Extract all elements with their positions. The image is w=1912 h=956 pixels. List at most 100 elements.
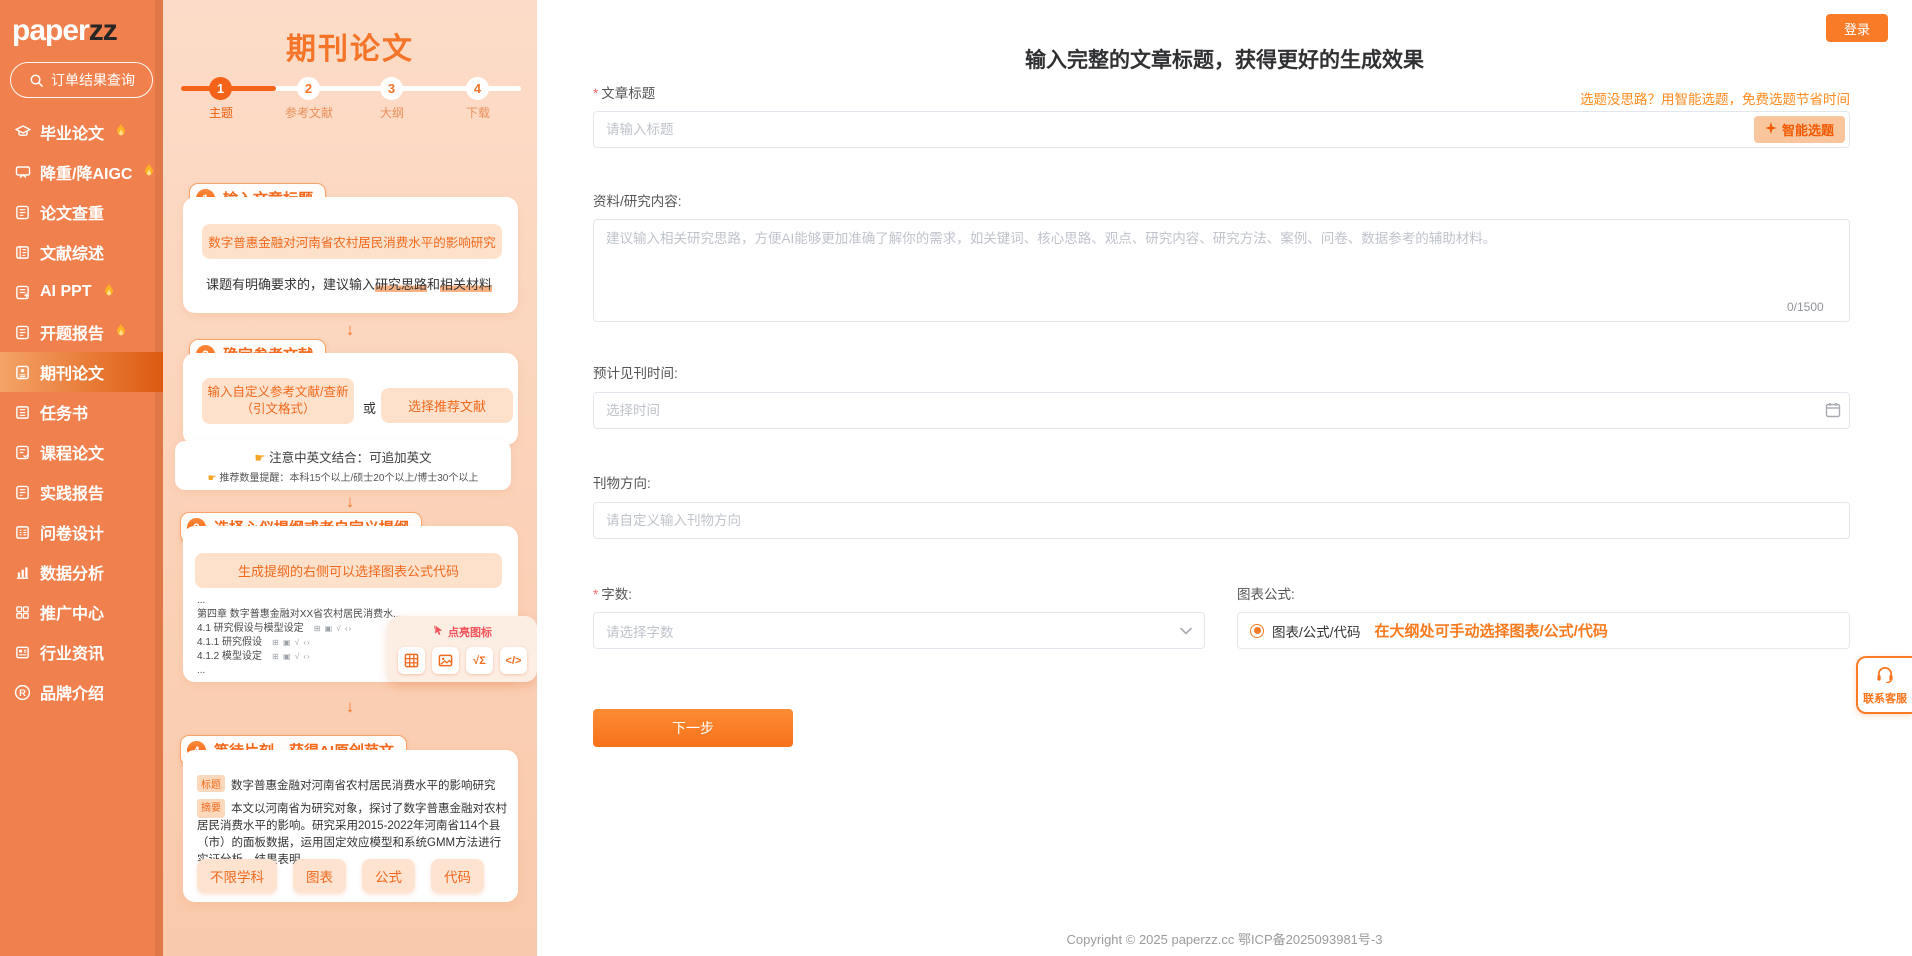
main-content: 登录 输入完整的文章标题，获得更好的生成效果 文章标题 选题没思路？用智能选题，… <box>537 0 1912 956</box>
chart-radio-note: 在大纲处可手动选择图表/公式/代码 <box>1375 620 1608 641</box>
feature-chip-row: 不限学科 图表 公式 代码 <box>197 859 484 893</box>
title-tag: 标题 <box>197 775 225 792</box>
journal-icon <box>14 364 31 381</box>
words-select[interactable]: 请选择字数 <box>593 612 1205 649</box>
step2-custom-ref-chip[interactable]: 输入自定义参考文献/查新（引文格式） <box>202 378 354 424</box>
note-quantity: 推荐数量提醒：本科15个以上/硕士20个以上/博士30个以上 <box>219 473 478 484</box>
direction-input[interactable] <box>593 502 1850 539</box>
sidebar-item-proposal-report[interactable]: 开题报告 <box>0 312 163 352</box>
formula-icon[interactable]: √Σ <box>466 647 493 674</box>
copyright-footer: Copyright © 2025 paperzz.cc 鄂ICP备2025093… <box>537 929 1912 948</box>
sidebar-item-practice-report[interactable]: 实践报告 <box>0 472 163 512</box>
code-icon[interactable]: </> <box>500 647 527 674</box>
next-step-button[interactable]: 下一步 <box>593 709 793 747</box>
row-media-icons[interactable]: ⊞ ▣ √ ‹› <box>272 636 311 650</box>
step2-recommend-ref-chip[interactable]: 选择推荐文献 <box>381 388 513 423</box>
pointing-hand-icon: ☛ <box>208 473 217 484</box>
material-textarea[interactable] <box>593 219 1850 322</box>
app-root: paperzz 订单结果查询 毕业论文 降重/降AIGC 论文查重 文献综 <box>0 0 1912 956</box>
flame-icon <box>115 123 127 142</box>
step-label-outline: 大纲 <box>380 104 404 121</box>
step-number: 4 <box>474 81 481 96</box>
sidebar-item-questionnaire-design[interactable]: 问卷设计 <box>0 512 163 552</box>
chip-code: 代码 <box>431 859 484 893</box>
proposal-icon <box>14 324 31 341</box>
sidebar-item-reduce-aigc[interactable]: 降重/降AIGC <box>0 152 163 192</box>
sidebar-item-label: 数据分析 <box>40 560 104 584</box>
login-button[interactable]: 登录 <box>1826 14 1888 42</box>
sidebar-item-label: AI PPT <box>40 283 92 301</box>
logo-zz: zz <box>89 14 117 47</box>
step-number: 1 <box>217 81 224 96</box>
ppt-icon <box>14 284 31 301</box>
material-field-label: 资料/研究内容: <box>593 190 682 210</box>
sidebar-item-label: 期刊论文 <box>40 360 104 384</box>
graduation-cap-icon <box>14 124 31 141</box>
grid-icon <box>14 604 31 621</box>
questionnaire-icon <box>14 524 31 541</box>
step-circle-3[interactable]: 3 <box>380 77 403 100</box>
date-field-label: 预计见刊时间: <box>593 362 678 382</box>
brand-logo[interactable]: paperzz <box>0 0 163 48</box>
step-number: 3 <box>388 81 395 96</box>
smart-topic-link[interactable]: 选题没思路？用智能选题，免费选题节省时间 <box>1580 88 1850 108</box>
bubble-label-text: 点亮图标 <box>448 624 492 640</box>
row-media-icons[interactable]: ⊞ ▣ √ ‹› <box>314 622 353 636</box>
smart-topic-button[interactable]: 智能选题 <box>1754 116 1845 143</box>
news-icon <box>14 644 31 661</box>
sidebar-item-label: 任务书 <box>40 400 88 424</box>
sidebar-item-label: 推广中心 <box>40 600 104 624</box>
arrow-down-icon: ↓ <box>163 320 537 340</box>
step-circle-1[interactable]: 1 <box>209 77 232 100</box>
sparkle-icon <box>1765 122 1777 137</box>
arrow-down-icon: ↓ <box>163 697 537 717</box>
radio-selected-icon[interactable] <box>1250 624 1264 638</box>
chip-formulas: 公式 <box>362 859 415 893</box>
search-icon <box>28 72 45 89</box>
char-counter: 0/1500 <box>1787 300 1824 314</box>
image-icon[interactable] <box>432 647 459 674</box>
sidebar: paperzz 订单结果查询 毕业论文 降重/降AIGC 论文查重 文献综 <box>0 0 163 956</box>
practice-report-icon <box>14 484 31 501</box>
step-label-topic: 主题 <box>209 104 233 121</box>
sidebar-item-journal-paper[interactable]: 期刊论文 <box>0 352 163 392</box>
sidebar-item-literature-review[interactable]: 文献综述 <box>0 232 163 272</box>
rewrite-icon <box>14 164 31 181</box>
sidebar-item-plagiarism-check[interactable]: 论文查重 <box>0 192 163 232</box>
date-input[interactable] <box>593 392 1850 429</box>
sidebar-item-course-paper[interactable]: 课程论文 <box>0 432 163 472</box>
sidebar-item-ai-ppt[interactable]: AI PPT <box>0 272 163 312</box>
sidebar-item-graduation-thesis[interactable]: 毕业论文 <box>0 112 163 152</box>
sidebar-item-data-analysis[interactable]: 数据分析 <box>0 552 163 592</box>
steps-panel: 期刊论文 1 2 3 4 主题 参考文献 大纲 下载 1 输入文章标题 数字普惠… <box>163 0 537 956</box>
sidebar-item-label: 问卷设计 <box>40 520 104 544</box>
chart-field-label: 图表公式: <box>1237 583 1295 603</box>
title-input[interactable] <box>593 111 1850 148</box>
step1-example-chip: 数字普惠金融对河南省农村居民消费水平的影响研究 <box>202 224 502 259</box>
contact-service-widget[interactable]: 联系客服 <box>1856 656 1912 714</box>
chart-radio-label[interactable]: 图表/公式/代码 <box>1272 621 1361 641</box>
sample-title-line: 标题数字普惠金融对河南省农村居民消费水平的影响研究 <box>197 775 507 793</box>
step1-tip: 课题有明确要求的，建议输入研究思路和相关材料 <box>206 274 492 293</box>
flame-icon <box>115 323 127 342</box>
step-circle-2[interactable]: 2 <box>297 77 320 100</box>
table-icon[interactable] <box>398 647 425 674</box>
step3-hint-chip: 生成提纲的右侧可以选择图表公式代码 <box>195 553 502 588</box>
direction-field-label: 刊物方向: <box>593 472 651 492</box>
sidebar-item-brand-intro[interactable]: R 品牌介绍 <box>0 672 163 712</box>
sidebar-item-industry-news[interactable]: 行业资讯 <box>0 632 163 672</box>
pointing-hand-icon: ☛ <box>254 451 265 465</box>
svg-text:R: R <box>19 687 26 698</box>
calendar-icon[interactable] <box>1825 402 1841 423</box>
arrow-down-icon: ↓ <box>163 492 537 512</box>
sidebar-item-label: 开题报告 <box>40 320 104 344</box>
sidebar-item-promotion-center[interactable]: 推广中心 <box>0 592 163 632</box>
words-field-label: 字数: <box>593 583 632 603</box>
contact-service-label: 联系客服 <box>1860 690 1910 706</box>
step-circle-4[interactable]: 4 <box>466 77 489 100</box>
sidebar-item-label: 实践报告 <box>40 480 104 504</box>
sidebar-item-task-book[interactable]: 任务书 <box>0 392 163 432</box>
step-label-references: 参考文献 <box>285 104 333 121</box>
row-media-icons[interactable]: ⊞ ▣ √ ‹› <box>272 650 311 664</box>
order-search-button[interactable]: 订单结果查询 <box>10 62 153 98</box>
